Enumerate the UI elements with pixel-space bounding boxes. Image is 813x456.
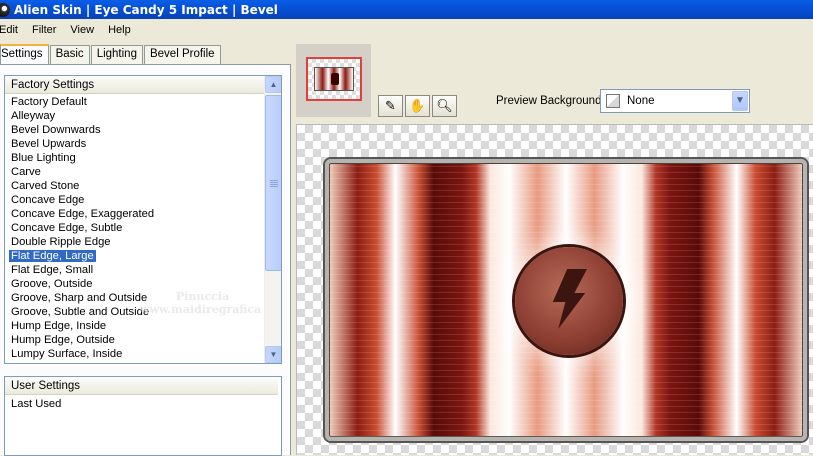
user-settings-header[interactable]: User Settings <box>5 377 278 395</box>
menu-filter[interactable]: Filter <box>30 24 58 36</box>
factory-settings-item[interactable]: Concave Edge <box>5 193 264 207</box>
list-item-label: Groove, Sharp and Outside <box>11 292 148 304</box>
tab-bevel-profile[interactable]: Bevel Profile <box>143 45 221 64</box>
chevron-down-icon[interactable]: ▼ <box>732 91 748 111</box>
factory-settings-item[interactable]: Hump Edge, Inside <box>5 319 264 333</box>
tab-settings[interactable]: Settings <box>0 44 49 65</box>
factory-settings-item[interactable]: Flat Edge, Large <box>5 249 264 263</box>
list-item-label: Factory Default <box>11 96 87 108</box>
watermark: Pinuccia www.maidiregrafica <box>140 290 261 316</box>
list-item-label: Concave Edge <box>11 194 85 206</box>
scroll-thumb[interactable] <box>265 95 281 271</box>
list-item-label: Carve <box>11 166 41 178</box>
list-item-label: Double Ripple Edge <box>11 236 111 248</box>
factory-settings-item[interactable]: Concave Edge, Exaggerated <box>5 207 264 221</box>
tab-lighting[interactable]: Lighting <box>90 45 143 64</box>
factory-settings-item[interactable]: Carved Stone <box>5 179 264 193</box>
menu-view[interactable]: View <box>68 24 96 36</box>
user-settings-list[interactable]: User Settings Last Used <box>4 376 282 456</box>
list-item-label: Lumpy Surface, Inside <box>11 348 123 360</box>
factory-settings-item[interactable]: Hump Edge, Outside <box>5 333 264 347</box>
navigator-panel <box>296 44 371 117</box>
factory-settings-item[interactable]: Factory Default <box>5 95 264 109</box>
factory-settings-item[interactable]: Carve <box>5 165 264 179</box>
navigator-thumbnail[interactable] <box>306 57 362 101</box>
list-item-label: Hump Edge, Outside <box>11 334 115 346</box>
factory-settings-item[interactable]: Flat Edge, Small <box>5 263 264 277</box>
thumbnail-center <box>331 73 339 85</box>
list-item-label: Groove, Outside <box>11 278 93 290</box>
background-swatch-icon <box>606 94 620 108</box>
user-settings-item[interactable]: Last Used <box>5 397 264 411</box>
list-item-label: Concave Edge, Exaggerated <box>11 208 155 220</box>
factory-settings-items: Factory Default Alleyway Bevel Downwards Be… <box>5 95 264 361</box>
list-item-label: Flat Edge, Large <box>9 250 96 262</box>
factory-settings-item[interactable]: Groove, Outside <box>5 277 264 291</box>
preview-background-label: Preview Background: <box>496 95 605 107</box>
menu-help[interactable]: Help <box>106 24 133 36</box>
hand-icon: ✋ <box>409 98 426 113</box>
tab-basic[interactable]: Basic <box>49 45 90 64</box>
list-item-label: Alleyway <box>11 110 56 122</box>
list-item-label: Flat Edge, Small <box>11 264 94 276</box>
eye-dropper-button[interactable]: ✎ <box>378 95 403 117</box>
title-bar: Alien Skin | Eye Candy 5 Impact | Bevel <box>0 0 813 19</box>
factory-settings-item[interactable]: Double Ripple Edge <box>5 235 264 249</box>
factory-settings-item[interactable]: Blue Lighting <box>5 151 264 165</box>
window-title: Alien Skin | Eye Candy 5 Impact | Bevel <box>14 2 278 17</box>
factory-settings-header[interactable]: Factory Settings <box>5 76 264 94</box>
scroll-down-button[interactable]: ▼ <box>265 346 281 363</box>
factory-settings-item[interactable]: Lumpy Surface, Inside <box>5 347 264 361</box>
factory-settings-list[interactable]: Factory Settings Factory Default Alleyway… <box>4 75 282 364</box>
list-item-label: Carved Stone <box>11 180 80 192</box>
scroll-grip <box>270 180 278 187</box>
list-item-label: Blue Lighting <box>11 152 76 164</box>
hand-tool-button[interactable]: ✋ <box>405 95 430 117</box>
thumbnail-image <box>314 67 354 91</box>
menu-edit[interactable]: Edit <box>0 24 20 36</box>
eye-dropper-icon: ✎ <box>385 98 396 113</box>
zoom-tool-button[interactable]: 🔍︎ <box>432 95 457 117</box>
factory-settings-item[interactable]: Bevel Downwards <box>5 123 264 137</box>
preview-background-value: None <box>627 95 655 107</box>
preview-canvas[interactable] <box>296 124 813 455</box>
list-item-label: Last Used <box>11 398 62 410</box>
watermark-line1: Pinuccia <box>176 290 230 303</box>
list-item-label: Groove, Subtle and Outside <box>11 306 150 318</box>
factory-settings-item[interactable]: Alleyway <box>5 109 264 123</box>
menu-bar: Edit Filter View Help <box>0 19 813 40</box>
app-icon[interactable] <box>0 2 10 17</box>
factory-scrollbar[interactable]: ▲ ▼ <box>264 76 281 363</box>
factory-settings-item[interactable]: Bevel Upwards <box>5 137 264 151</box>
user-settings-items: Last Used <box>5 397 264 411</box>
watermark-line2: www.maidiregrafica <box>140 303 262 316</box>
list-item-label: Concave Edge, Subtle <box>11 222 123 234</box>
zoom-icon: 🔍︎ <box>436 98 453 113</box>
medallion-graphic <box>515 247 623 355</box>
list-item-label: Bevel Downwards <box>11 124 101 136</box>
preview-image <box>325 159 807 441</box>
scroll-up-button[interactable]: ▲ <box>265 76 281 93</box>
list-item-label: Bevel Upwards <box>11 138 87 150</box>
list-item-label: Hump Edge, Inside <box>11 320 107 332</box>
factory-settings-item[interactable]: Concave Edge, Subtle <box>5 221 264 235</box>
lightning-bolt-icon <box>552 269 587 329</box>
settings-panel: Factory Settings Factory Default Alleyway… <box>0 64 291 456</box>
preview-background-select[interactable]: None ▼ <box>600 89 750 113</box>
tab-strip: Settings Basic Lighting Bevel Profile <box>0 44 222 65</box>
